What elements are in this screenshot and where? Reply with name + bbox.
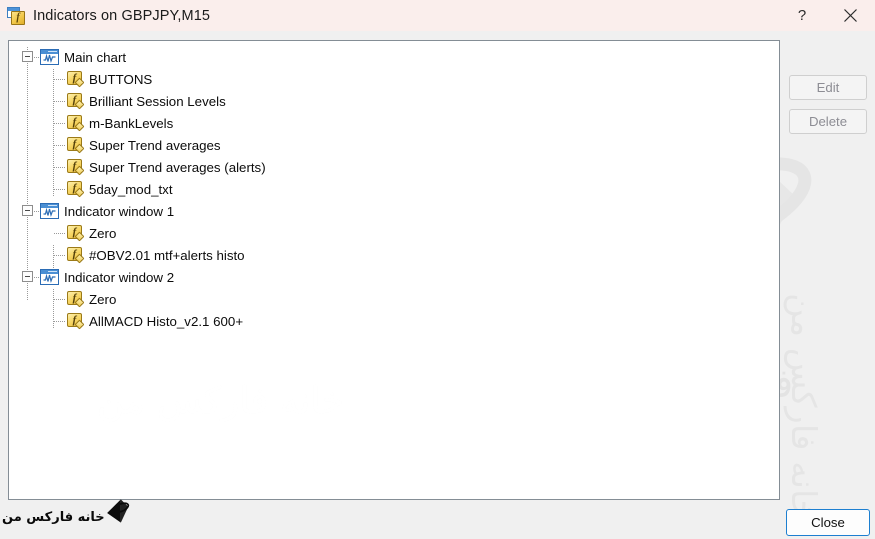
- brand-logo: خانه فارکس من: [0, 483, 130, 539]
- chart-window-icon: [40, 269, 59, 285]
- tree-item-row[interactable]: f Zero: [9, 222, 779, 244]
- tree-item-label: 5day_mod_txt: [89, 181, 173, 197]
- tree-group-row[interactable]: Main chart: [9, 46, 779, 68]
- tree-item-label: m-BankLevels: [89, 115, 174, 131]
- tree-item-row[interactable]: f Super Trend averages: [9, 134, 779, 156]
- expander-collapse-icon[interactable]: [22, 205, 33, 216]
- tree-item-label: AllMACD Histo_v2.1 600+: [89, 313, 244, 329]
- close-button[interactable]: Close: [786, 509, 870, 536]
- fx-icon: f: [67, 137, 85, 154]
- tree-item-row[interactable]: f Brilliant Session Levels: [9, 90, 779, 112]
- tree-guide: [54, 167, 65, 168]
- fx-icon: f: [67, 159, 85, 176]
- dialog-content: فارکس من خانه فارکس من خانه فارکس من: [0, 31, 875, 536]
- indicators-dialog: f Indicators on GBPJPY,M15 ? فارکس من خا…: [0, 0, 875, 536]
- tree-item-row[interactable]: f #OBV2.01 mtf+alerts histo: [9, 244, 779, 266]
- edit-button[interactable]: Edit: [789, 75, 867, 100]
- tree-group-row[interactable]: Indicator window 2: [9, 266, 779, 288]
- expander-collapse-icon[interactable]: [22, 271, 33, 282]
- tree-guide: [54, 145, 65, 146]
- fx-icon: f: [67, 93, 85, 110]
- watermark-right-text: خانه فارکس من: [783, 293, 823, 520]
- indicator-window-icon: f: [7, 6, 25, 25]
- tree-group-label: Main chart: [64, 49, 127, 65]
- delete-button[interactable]: Delete: [789, 109, 867, 134]
- tree-item-label: #OBV2.01 mtf+alerts histo: [89, 247, 245, 263]
- fx-icon: f: [67, 313, 85, 330]
- fx-icon: f: [67, 71, 85, 88]
- tree-guide: [54, 123, 65, 124]
- chart-window-icon: [40, 49, 59, 65]
- tree-guide: [54, 79, 65, 80]
- fx-icon: f: [67, 247, 85, 264]
- tree-guide: [54, 189, 65, 190]
- tree-group-row[interactable]: Indicator window 1: [9, 200, 779, 222]
- tree-group-label: Indicator window 2: [64, 269, 175, 285]
- indicator-tree-panel[interactable]: خانه فارکس من Main chart f BUTTONS f Bri…: [8, 40, 780, 500]
- tree-item-row[interactable]: f m-BankLevels: [9, 112, 779, 134]
- title-bar: f Indicators on GBPJPY,M15 ?: [0, 0, 875, 31]
- fx-icon: f: [67, 181, 85, 198]
- chart-window-icon: [40, 203, 59, 219]
- tree-item-row[interactable]: f Super Trend averages (alerts): [9, 156, 779, 178]
- brand-logo-mark: [106, 499, 129, 523]
- close-icon[interactable]: [825, 0, 875, 31]
- expander-collapse-icon[interactable]: [22, 51, 33, 62]
- fx-icon: f: [67, 291, 85, 308]
- indicator-tree[interactable]: Main chart f BUTTONS f Brilliant Session…: [9, 41, 779, 332]
- window-title: Indicators on GBPJPY,M15: [33, 7, 211, 24]
- tree-item-label: BUTTONS: [89, 71, 153, 87]
- help-icon[interactable]: ?: [779, 0, 825, 31]
- fx-icon: f: [67, 225, 85, 242]
- tree-item-label: Brilliant Session Levels: [89, 93, 226, 109]
- tree-item-row[interactable]: f BUTTONS: [9, 68, 779, 90]
- tree-guide: [54, 101, 65, 102]
- tree-guide: [54, 321, 65, 322]
- tree-group-label: Indicator window 1: [64, 203, 175, 219]
- fx-icon: f: [67, 115, 85, 132]
- tree-item-label: Zero: [89, 291, 117, 307]
- tree-item-label: Zero: [89, 225, 117, 241]
- tree-item-label: Super Trend averages: [89, 137, 221, 153]
- watermark-left-text: خانه فارکس من: [97, 379, 345, 422]
- tree-guide: [54, 233, 65, 234]
- tree-item-row[interactable]: f 5day_mod_txt: [9, 178, 779, 200]
- tree-item-row[interactable]: f AllMACD Histo_v2.1 600+: [9, 310, 779, 332]
- tree-guide: [54, 255, 65, 256]
- tree-item-row[interactable]: f Zero: [9, 288, 779, 310]
- brand-logo-text: خانه فارکس من: [2, 509, 105, 525]
- tree-item-label: Super Trend averages (alerts): [89, 159, 266, 175]
- tree-guide: [54, 299, 65, 300]
